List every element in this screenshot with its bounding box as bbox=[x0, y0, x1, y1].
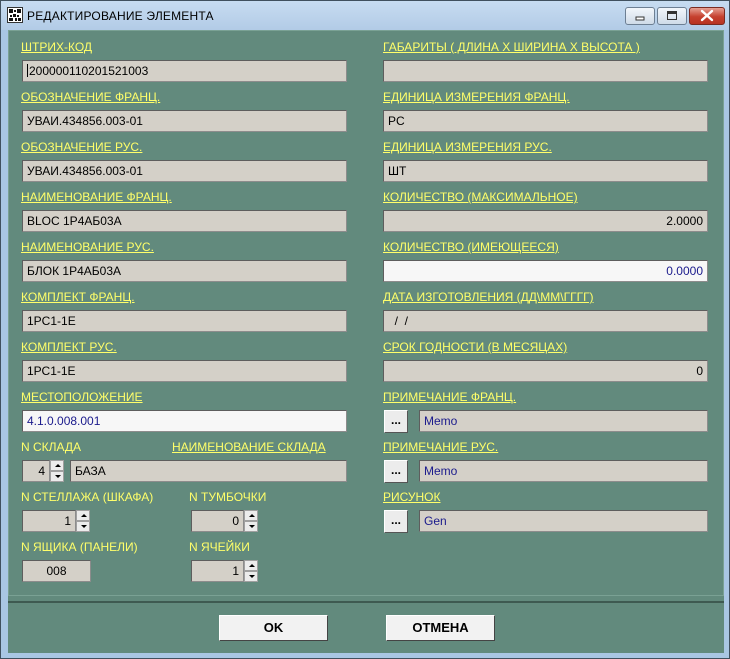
maximize-button[interactable] bbox=[657, 7, 687, 25]
warehouse-no-label: N СКЛАДА bbox=[21, 440, 82, 454]
note-fr-browse-button[interactable]: ... bbox=[384, 410, 408, 433]
qty-max-label: КОЛИЧЕСТВО (МАКСИМАЛЬНОЕ) bbox=[383, 190, 578, 204]
spin-down-icon[interactable] bbox=[76, 521, 90, 532]
warehouse-name-field[interactable]: БАЗА bbox=[70, 460, 347, 482]
spin-up-icon[interactable] bbox=[50, 460, 64, 471]
text-cursor bbox=[27, 64, 28, 77]
designation-ru-field[interactable]: УВАИ.434856.003-01 bbox=[22, 160, 347, 182]
unit-fr-field[interactable]: PC bbox=[383, 110, 708, 132]
note-ru-browse-button[interactable]: ... bbox=[384, 460, 408, 483]
set-fr-field[interactable]: 1PC1-1E bbox=[22, 310, 347, 332]
spin-up-icon[interactable] bbox=[244, 510, 258, 521]
note-fr-label: ПРИМЕЧАНИЕ ФРАНЦ. bbox=[383, 390, 517, 404]
box-no-label: N ЯЩИКА (ПАНЕЛИ) bbox=[21, 540, 138, 554]
location-field[interactable]: 4.1.0.008.001 bbox=[22, 410, 347, 432]
rack-no-field[interactable]: 1 bbox=[22, 510, 76, 532]
set-ru-label: КОМПЛЕКТ РУС. bbox=[21, 340, 117, 354]
cabinet-no-spinner[interactable] bbox=[244, 510, 258, 532]
rack-no-label: N СТЕЛЛАЖА (ШКАФА) bbox=[21, 490, 154, 504]
barcode-field[interactable]: 200000110201521003 bbox=[22, 60, 347, 82]
cell-no-field[interactable]: 1 bbox=[191, 560, 244, 582]
barcode-label: ШТРИХ-КОД bbox=[21, 40, 93, 54]
picture-browse-button[interactable]: ... bbox=[384, 510, 408, 533]
warehouse-no-spinner[interactable] bbox=[50, 460, 64, 482]
unit-ru-field[interactable]: ШТ bbox=[383, 160, 708, 182]
spin-down-icon[interactable] bbox=[50, 471, 64, 482]
name-fr-field[interactable]: BLOC 1P4АБ03А bbox=[22, 210, 347, 232]
box-no-field[interactable]: 008 bbox=[22, 560, 91, 582]
spin-down-icon[interactable] bbox=[244, 521, 258, 532]
cabinet-no-field[interactable]: 0 bbox=[191, 510, 244, 532]
qty-have-field[interactable]: 0.0000 bbox=[383, 260, 708, 282]
shelf-life-field[interactable]: 0 bbox=[383, 360, 708, 382]
picture-label: РИСУНОК bbox=[383, 490, 441, 504]
form-panel: ШТРИХ-КОД 200000110201521003 ОБОЗНАЧЕНИЕ… bbox=[8, 30, 724, 596]
app-icon bbox=[7, 7, 23, 23]
note-ru-label: ПРИМЕЧАНИЕ РУС. bbox=[383, 440, 499, 454]
designation-ru-label: ОБОЗНАЧЕНИЕ РУС. bbox=[21, 140, 143, 154]
ok-button[interactable]: OK bbox=[219, 615, 328, 641]
barcode-value: 200000110201521003 bbox=[29, 64, 149, 78]
name-ru-label: НАИМЕНОВАНИЕ РУС. bbox=[21, 240, 154, 254]
designation-fr-field[interactable]: УВАИ.434856.003-01 bbox=[22, 110, 347, 132]
button-panel: OK ОТМЕНА bbox=[8, 601, 724, 651]
minimize-button[interactable] bbox=[625, 7, 655, 25]
warehouse-name-label: НАИМЕНОВАНИЕ СКЛАДА bbox=[172, 440, 326, 454]
unit-ru-label: ЕДИНИЦА ИЗМЕРЕНИЯ РУС. bbox=[383, 140, 552, 154]
spin-up-icon[interactable] bbox=[76, 510, 90, 521]
note-fr-field[interactable]: Memo bbox=[419, 410, 708, 432]
rack-no-spinner[interactable] bbox=[76, 510, 90, 532]
cabinet-no-label: N ТУМБОЧКИ bbox=[189, 490, 267, 504]
qty-max-field[interactable]: 2.0000 bbox=[383, 210, 708, 232]
mfg-date-field[interactable]: / / bbox=[383, 310, 708, 332]
set-fr-label: КОМПЛЕКТ ФРАНЦ. bbox=[21, 290, 135, 304]
name-fr-label: НАИМЕНОВАНИЕ ФРАНЦ. bbox=[21, 190, 172, 204]
title-bar[interactable]: РЕДАКТИРОВАНИЕ ЭЛЕМЕНТА bbox=[1, 1, 729, 30]
unit-fr-label: ЕДИНИЦА ИЗМЕРЕНИЯ ФРАНЦ. bbox=[383, 90, 570, 104]
spin-up-icon[interactable] bbox=[244, 560, 258, 571]
picture-field[interactable]: Gen bbox=[419, 510, 708, 532]
location-label: МЕСТОПОЛОЖЕНИЕ bbox=[21, 390, 143, 404]
dimensions-field[interactable] bbox=[383, 60, 708, 82]
cancel-button[interactable]: ОТМЕНА bbox=[386, 615, 495, 641]
minimize-icon bbox=[635, 16, 645, 21]
dimensions-label: ГАБАРИТЫ ( ДЛИНА Х ШИРИНА Х ВЫСОТА ) bbox=[383, 40, 640, 54]
close-button[interactable] bbox=[689, 7, 725, 25]
cell-no-spinner[interactable] bbox=[244, 560, 258, 582]
dialog-window: РЕДАКТИРОВАНИЕ ЭЛЕМЕНТА ШТРИХ-КОД 200000… bbox=[0, 0, 730, 659]
spin-down-icon[interactable] bbox=[244, 571, 258, 582]
window-title: РЕДАКТИРОВАНИЕ ЭЛЕМЕНТА bbox=[27, 9, 214, 23]
qty-have-label: КОЛИЧЕСТВО (ИМЕЮЩЕЕСЯ) bbox=[383, 240, 559, 254]
designation-fr-label: ОБОЗНАЧЕНИЕ ФРАНЦ. bbox=[21, 90, 161, 104]
cell-no-label: N ЯЧЕЙКИ bbox=[189, 540, 250, 554]
maximize-icon bbox=[667, 11, 677, 20]
note-ru-field[interactable]: Memo bbox=[419, 460, 708, 482]
warehouse-no-field[interactable]: 4 bbox=[22, 460, 50, 482]
mfg-date-label: ДАТА ИЗГОТОВЛЕНИЯ (ДД\ММ\ГГГГ) bbox=[383, 290, 594, 304]
close-icon bbox=[700, 9, 714, 22]
name-ru-field[interactable]: БЛОК 1Р4АБ03А bbox=[22, 260, 347, 282]
shelf-life-label: СРОК ГОДНОСТИ (В МЕСЯЦАХ) bbox=[383, 340, 568, 354]
dialog-body: ШТРИХ-КОД 200000110201521003 ОБОЗНАЧЕНИЕ… bbox=[8, 30, 724, 653]
set-ru-field[interactable]: 1РС1-1Е bbox=[22, 360, 347, 382]
